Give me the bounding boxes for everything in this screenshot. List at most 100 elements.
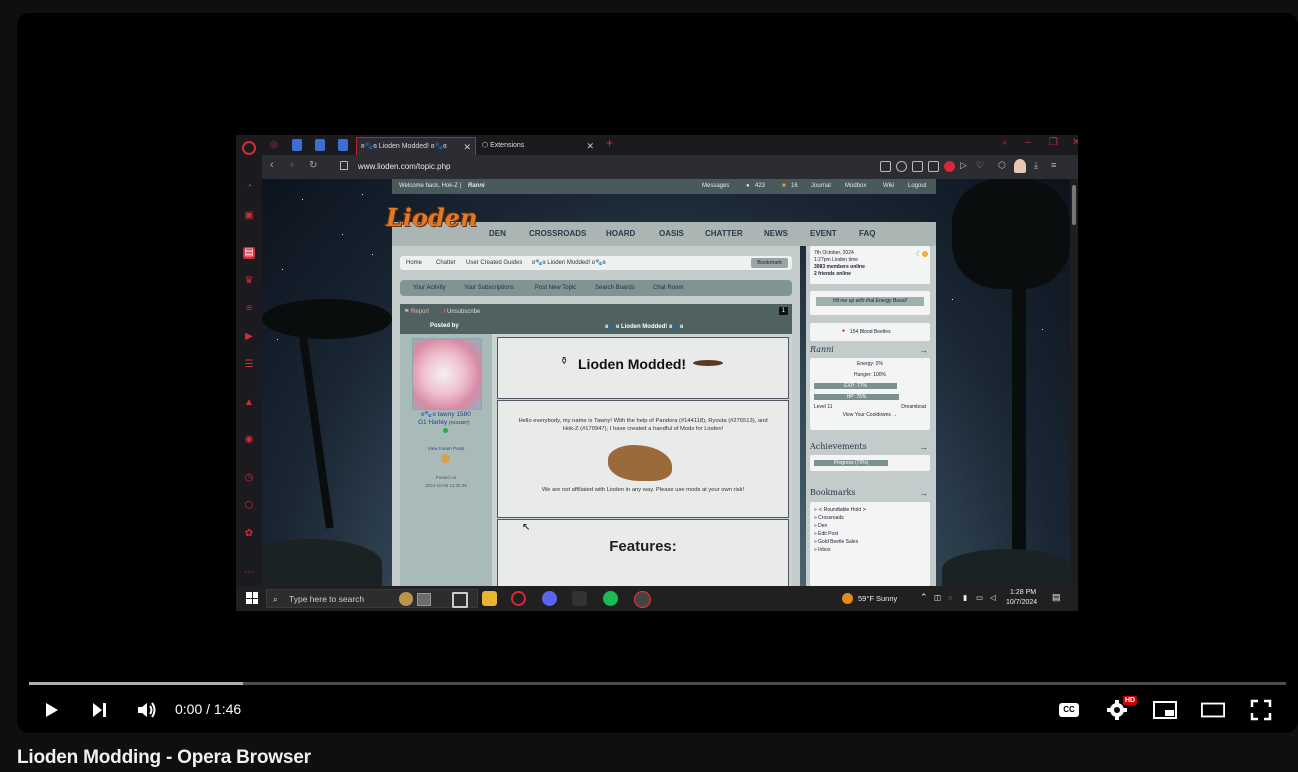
- bookmark-item[interactable]: » Den: [814, 523, 827, 529]
- nav-news[interactable]: NEWS: [764, 229, 788, 238]
- arrow-right-icon[interactable]: →: [919, 442, 928, 452]
- extensions-toolbar-icon[interactable]: ⬡: [998, 161, 1007, 170]
- close-window-icon[interactable]: ✕: [1072, 137, 1078, 148]
- author-name[interactable]: ʚ🐾ɞ tawny 1580: [400, 410, 492, 418]
- reload-icon[interactable]: ↻: [309, 160, 317, 171]
- captions-button[interactable]: CC: [1057, 698, 1081, 722]
- url-field[interactable]: www.lioden.com/topic.php: [358, 162, 451, 171]
- bookmark-item[interactable]: » Edit Post: [814, 531, 838, 537]
- energy-boost-button[interactable]: Hit me up with that Energy Boost!: [816, 297, 924, 306]
- nav-crossroads[interactable]: CROSSROADS: [529, 229, 586, 238]
- fullscreen-button[interactable]: [1249, 698, 1273, 722]
- crumb-home[interactable]: Home: [406, 256, 422, 270]
- forward-icon[interactable]: ›: [290, 159, 294, 171]
- music-icon[interactable]: ◉: [243, 434, 255, 446]
- spotify-icon[interactable]: [603, 591, 618, 606]
- author-lion[interactable]: G1 Harley: [418, 419, 447, 426]
- nav-chatter[interactable]: CHATTER: [705, 229, 743, 238]
- chevron-up-icon[interactable]: ⌃: [920, 592, 928, 603]
- display-icon[interactable]: ▭: [976, 593, 983, 602]
- volume-icon[interactable]: ◁: [990, 593, 996, 602]
- send-icon[interactable]: ▷: [960, 161, 969, 170]
- journal-link[interactable]: Journal: [811, 179, 831, 194]
- post-new-topic-link[interactable]: Post New Topic: [535, 280, 576, 296]
- wiki-link[interactable]: Wiki: [883, 179, 894, 194]
- bookmark-item[interactable]: » Crossroads: [814, 515, 844, 521]
- reader-icon[interactable]: [880, 161, 891, 172]
- video-player[interactable]: ◔ ▣ ▤ ♛ ≡ ▶ ☰ ▲ ◉ ◷ ⬡ ✿ ⋯ ◎ ʚ🐾ɞ Lioden M…: [17, 13, 1298, 733]
- clock-date[interactable]: 10/7/2024: [1006, 599, 1037, 606]
- avatar[interactable]: [412, 338, 482, 410]
- download-icon[interactable]: ⤓: [1034, 161, 1043, 170]
- back-icon[interactable]: ‹: [270, 159, 274, 171]
- close-icon[interactable]: ✕: [463, 138, 471, 156]
- list-icon[interactable]: ☰: [243, 359, 255, 371]
- notes-icon[interactable]: ≡: [243, 303, 255, 315]
- aria-icon[interactable]: ▲: [243, 397, 255, 409]
- weather-icon[interactable]: [842, 593, 853, 604]
- bookmark-button[interactable]: Bookmark: [751, 258, 788, 268]
- view-cooldowns-link[interactable]: View Your Cooldowns →: [810, 412, 930, 418]
- view-forum-posts-link[interactable]: View Forum Posts: [400, 446, 492, 451]
- game-icon[interactable]: ◎: [270, 139, 280, 151]
- speed-dial-icon[interactable]: ◔: [243, 181, 255, 193]
- clock-time[interactable]: 1:28 PM: [1010, 589, 1036, 596]
- unsubscribe-link[interactable]: ✗Unsubscribe: [442, 308, 480, 315]
- username-link[interactable]: Ranni: [468, 179, 485, 194]
- close-icon[interactable]: ✕: [586, 137, 594, 155]
- doc-tab-icon[interactable]: [338, 139, 348, 151]
- logout-link[interactable]: Logout: [908, 179, 926, 194]
- adblock-icon[interactable]: [944, 161, 955, 172]
- nav-event[interactable]: EVENT: [810, 229, 837, 238]
- bookmark-item[interactable]: » Gold Beetle Sales: [814, 539, 858, 545]
- bookmark-item[interactable]: » ≺ Roundtable Hold ≻: [814, 507, 867, 513]
- zoom-icon[interactable]: [896, 161, 907, 172]
- heart-icon[interactable]: ♡: [976, 161, 985, 170]
- scroll-thumb[interactable]: [1072, 185, 1076, 225]
- blood-beetles[interactable]: 154 Blood Beetles: [850, 329, 891, 335]
- opera-logo-icon[interactable]: [242, 141, 256, 155]
- microphone-icon[interactable]: ▮: [963, 593, 967, 602]
- app-icon[interactable]: [572, 591, 587, 606]
- messages-link[interactable]: Messages: [702, 179, 729, 194]
- shopping-icon[interactable]: ▣: [243, 210, 255, 222]
- your-activity-link[interactable]: Your Activity: [413, 280, 445, 296]
- taskbar-search-input[interactable]: ⌕ Type here to search: [266, 589, 478, 608]
- file-explorer-icon[interactable]: [482, 591, 497, 606]
- more-icon[interactable]: ⋯: [243, 567, 255, 579]
- opera-taskbar-icon[interactable]: [511, 591, 526, 606]
- page-scrollbar[interactable]: [1070, 179, 1078, 586]
- tab-lioden[interactable]: ʚ🐾ɞ Lioden Modded! ʚ🐾ɞ ✕: [356, 137, 476, 155]
- modbox-link[interactable]: Modbox: [845, 179, 866, 194]
- menu-icon[interactable]: ≡: [1051, 161, 1060, 170]
- new-tab-icon[interactable]: +: [606, 136, 613, 150]
- play-button[interactable]: [39, 698, 63, 722]
- video-frame[interactable]: ◔ ▣ ▤ ♛ ≡ ▶ ☰ ▲ ◉ ◷ ⬡ ✿ ⋯ ◎ ʚ🐾ɞ Lioden M…: [236, 135, 1078, 611]
- miniplayer-button[interactable]: [1153, 698, 1177, 722]
- nav-den[interactable]: DEN: [489, 229, 506, 238]
- progress-bar[interactable]: [29, 682, 1286, 685]
- search-boards-link[interactable]: Search Boards: [595, 280, 635, 296]
- theater-mode-button[interactable]: [1201, 698, 1225, 722]
- arrow-right-icon[interactable]: →: [919, 488, 928, 498]
- workspace-icon[interactable]: ▤: [243, 247, 255, 259]
- minimize-icon[interactable]: –: [1025, 137, 1031, 148]
- your-subscriptions-link[interactable]: Your Subscriptions: [464, 280, 514, 296]
- search-icon[interactable]: ⌕: [1002, 137, 1008, 148]
- crown-icon[interactable]: ♛: [243, 275, 255, 287]
- achievements-title[interactable]: Achievements: [810, 442, 867, 451]
- report-link[interactable]: ⚑ Report: [404, 308, 429, 315]
- lion-name[interactable]: Ranni: [810, 345, 834, 354]
- bookmark-item[interactable]: » Inbox: [814, 547, 830, 553]
- mute-icon[interactable]: ◌: [948, 593, 952, 602]
- arrow-right-icon[interactable]: →: [919, 345, 928, 355]
- player-icon[interactable]: ▶: [243, 331, 255, 343]
- avatar[interactable]: [1014, 159, 1026, 173]
- volume-button[interactable]: [134, 698, 158, 722]
- nav-faq[interactable]: FAQ: [859, 229, 875, 238]
- members-online[interactable]: 3083 members online: [814, 264, 865, 270]
- history-icon[interactable]: ◷: [243, 472, 255, 484]
- weather-text[interactable]: 59°F Sunny: [858, 594, 897, 603]
- bookmarks-title[interactable]: Bookmarks: [810, 488, 856, 497]
- restore-icon[interactable]: ❐: [1049, 137, 1058, 148]
